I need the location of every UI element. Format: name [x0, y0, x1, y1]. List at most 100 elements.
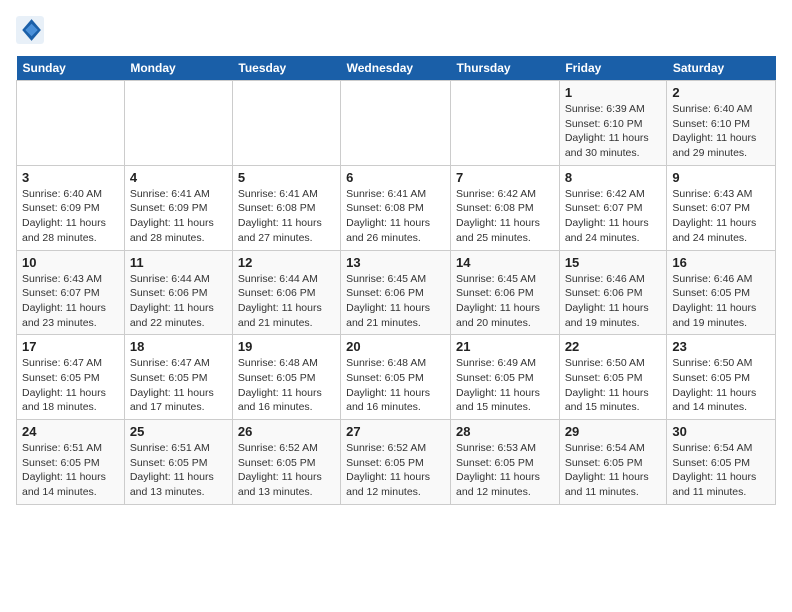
calendar-cell: 21 Sunrise: 6:49 AMSunset: 6:05 PMDayligh…	[451, 335, 560, 420]
calendar-cell: 4 Sunrise: 6:41 AMSunset: 6:09 PMDaylight…	[124, 165, 232, 250]
day-number: 7	[456, 170, 554, 185]
day-info: Sunrise: 6:44 AMSunset: 6:06 PMDaylight:…	[238, 272, 335, 331]
day-info: Sunrise: 6:45 AMSunset: 6:06 PMDaylight:…	[346, 272, 445, 331]
day-number: 2	[672, 85, 770, 100]
day-number: 6	[346, 170, 445, 185]
day-info: Sunrise: 6:41 AMSunset: 6:09 PMDaylight:…	[130, 187, 227, 246]
calendar-cell: 14 Sunrise: 6:45 AMSunset: 6:06 PMDayligh…	[451, 250, 560, 335]
day-number: 9	[672, 170, 770, 185]
col-header-thursday: Thursday	[451, 56, 560, 81]
day-info: Sunrise: 6:54 AMSunset: 6:05 PMDaylight:…	[565, 441, 662, 500]
calendar-cell: 19 Sunrise: 6:48 AMSunset: 6:05 PMDayligh…	[232, 335, 340, 420]
day-number: 5	[238, 170, 335, 185]
calendar-cell	[17, 81, 125, 166]
day-info: Sunrise: 6:39 AMSunset: 6:10 PMDaylight:…	[565, 102, 662, 161]
day-number: 29	[565, 424, 662, 439]
calendar-week-4: 17 Sunrise: 6:47 AMSunset: 6:05 PMDayligh…	[17, 335, 776, 420]
day-info: Sunrise: 6:46 AMSunset: 6:06 PMDaylight:…	[565, 272, 662, 331]
day-info: Sunrise: 6:47 AMSunset: 6:05 PMDaylight:…	[130, 356, 227, 415]
day-number: 23	[672, 339, 770, 354]
day-info: Sunrise: 6:41 AMSunset: 6:08 PMDaylight:…	[238, 187, 335, 246]
day-info: Sunrise: 6:48 AMSunset: 6:05 PMDaylight:…	[346, 356, 445, 415]
day-number: 27	[346, 424, 445, 439]
calendar-cell: 6Sunrise: 6:41 AMSunset: 6:08 PMDaylight…	[341, 165, 451, 250]
calendar-week-5: 24 Sunrise: 6:51 AMSunset: 6:05 PMDayligh…	[17, 420, 776, 505]
day-info: Sunrise: 6:52 AMSunset: 6:05 PMDaylight:…	[238, 441, 335, 500]
calendar-cell	[232, 81, 340, 166]
calendar-cell: 10Sunrise: 6:43 AMSunset: 6:07 PMDayligh…	[17, 250, 125, 335]
calendar-cell: 30Sunrise: 6:54 AMSunset: 6:05 PMDayligh…	[667, 420, 776, 505]
calendar-cell	[124, 81, 232, 166]
calendar-table: SundayMondayTuesdayWednesdayThursdayFrid…	[16, 56, 776, 505]
day-info: Sunrise: 6:45 AMSunset: 6:06 PMDaylight:…	[456, 272, 554, 331]
col-header-friday: Friday	[559, 56, 667, 81]
calendar-cell	[341, 81, 451, 166]
logo-icon	[16, 16, 44, 44]
day-number: 15	[565, 255, 662, 270]
day-info: Sunrise: 6:51 AMSunset: 6:05 PMDaylight:…	[130, 441, 227, 500]
day-number: 17	[22, 339, 119, 354]
day-info: Sunrise: 6:50 AMSunset: 6:05 PMDaylight:…	[565, 356, 662, 415]
day-info: Sunrise: 6:54 AMSunset: 6:05 PMDaylight:…	[672, 441, 770, 500]
calendar-cell: 15 Sunrise: 6:46 AMSunset: 6:06 PMDayligh…	[559, 250, 667, 335]
day-info: Sunrise: 6:44 AMSunset: 6:06 PMDaylight:…	[130, 272, 227, 331]
logo	[16, 16, 48, 44]
day-info: Sunrise: 6:49 AMSunset: 6:05 PMDaylight:…	[456, 356, 554, 415]
calendar-cell: 11 Sunrise: 6:44 AMSunset: 6:06 PMDayligh…	[124, 250, 232, 335]
calendar-cell: 16 Sunrise: 6:46 AMSunset: 6:05 PMDayligh…	[667, 250, 776, 335]
calendar-cell	[451, 81, 560, 166]
calendar-cell: 26 Sunrise: 6:52 AMSunset: 6:05 PMDayligh…	[232, 420, 340, 505]
calendar-cell: 18 Sunrise: 6:47 AMSunset: 6:05 PMDayligh…	[124, 335, 232, 420]
calendar-cell: 25Sunrise: 6:51 AMSunset: 6:05 PMDayligh…	[124, 420, 232, 505]
calendar-cell: 29 Sunrise: 6:54 AMSunset: 6:05 PMDayligh…	[559, 420, 667, 505]
calendar-week-3: 10Sunrise: 6:43 AMSunset: 6:07 PMDayligh…	[17, 250, 776, 335]
calendar-week-1: 1 Sunrise: 6:39 AMSunset: 6:10 PMDaylight…	[17, 81, 776, 166]
day-info: Sunrise: 6:47 AMSunset: 6:05 PMDaylight:…	[22, 356, 119, 415]
day-number: 14	[456, 255, 554, 270]
col-header-monday: Monday	[124, 56, 232, 81]
calendar-header-row: SundayMondayTuesdayWednesdayThursdayFrid…	[17, 56, 776, 81]
day-number: 28	[456, 424, 554, 439]
day-number: 11	[130, 255, 227, 270]
calendar-cell: 20 Sunrise: 6:48 AMSunset: 6:05 PMDayligh…	[341, 335, 451, 420]
day-number: 20	[346, 339, 445, 354]
day-info: Sunrise: 6:46 AMSunset: 6:05 PMDaylight:…	[672, 272, 770, 331]
day-info: Sunrise: 6:48 AMSunset: 6:05 PMDaylight:…	[238, 356, 335, 415]
day-number: 3	[22, 170, 119, 185]
day-number: 16	[672, 255, 770, 270]
calendar-cell: 9Sunrise: 6:43 AMSunset: 6:07 PMDaylight…	[667, 165, 776, 250]
day-number: 21	[456, 339, 554, 354]
calendar-cell: 2 Sunrise: 6:40 AMSunset: 6:10 PMDaylight…	[667, 81, 776, 166]
day-number: 24	[22, 424, 119, 439]
day-info: Sunrise: 6:43 AMSunset: 6:07 PMDaylight:…	[22, 272, 119, 331]
calendar-cell: 13 Sunrise: 6:45 AMSunset: 6:06 PMDayligh…	[341, 250, 451, 335]
col-header-wednesday: Wednesday	[341, 56, 451, 81]
calendar-cell: 23 Sunrise: 6:50 AMSunset: 6:05 PMDayligh…	[667, 335, 776, 420]
col-header-saturday: Saturday	[667, 56, 776, 81]
col-header-tuesday: Tuesday	[232, 56, 340, 81]
day-number: 22	[565, 339, 662, 354]
day-info: Sunrise: 6:53 AMSunset: 6:05 PMDaylight:…	[456, 441, 554, 500]
calendar-cell: 1 Sunrise: 6:39 AMSunset: 6:10 PMDaylight…	[559, 81, 667, 166]
day-info: Sunrise: 6:42 AMSunset: 6:08 PMDaylight:…	[456, 187, 554, 246]
calendar-week-2: 3Sunrise: 6:40 AMSunset: 6:09 PMDaylight…	[17, 165, 776, 250]
calendar-cell: 27Sunrise: 6:52 AMSunset: 6:05 PMDayligh…	[341, 420, 451, 505]
day-number: 8	[565, 170, 662, 185]
day-info: Sunrise: 6:42 AMSunset: 6:07 PMDaylight:…	[565, 187, 662, 246]
day-number: 1	[565, 85, 662, 100]
day-number: 19	[238, 339, 335, 354]
calendar-cell: 28 Sunrise: 6:53 AMSunset: 6:05 PMDayligh…	[451, 420, 560, 505]
calendar-cell: 12Sunrise: 6:44 AMSunset: 6:06 PMDayligh…	[232, 250, 340, 335]
calendar-cell: 24 Sunrise: 6:51 AMSunset: 6:05 PMDayligh…	[17, 420, 125, 505]
day-info: Sunrise: 6:51 AMSunset: 6:05 PMDaylight:…	[22, 441, 119, 500]
day-number: 18	[130, 339, 227, 354]
day-number: 13	[346, 255, 445, 270]
day-number: 4	[130, 170, 227, 185]
calendar-cell: 22 Sunrise: 6:50 AMSunset: 6:05 PMDayligh…	[559, 335, 667, 420]
day-info: Sunrise: 6:50 AMSunset: 6:05 PMDaylight:…	[672, 356, 770, 415]
day-number: 26	[238, 424, 335, 439]
calendar-cell: 17 Sunrise: 6:47 AMSunset: 6:05 PMDayligh…	[17, 335, 125, 420]
page-header	[16, 16, 776, 44]
calendar-cell: 5 Sunrise: 6:41 AMSunset: 6:08 PMDaylight…	[232, 165, 340, 250]
day-info: Sunrise: 6:40 AMSunset: 6:10 PMDaylight:…	[672, 102, 770, 161]
